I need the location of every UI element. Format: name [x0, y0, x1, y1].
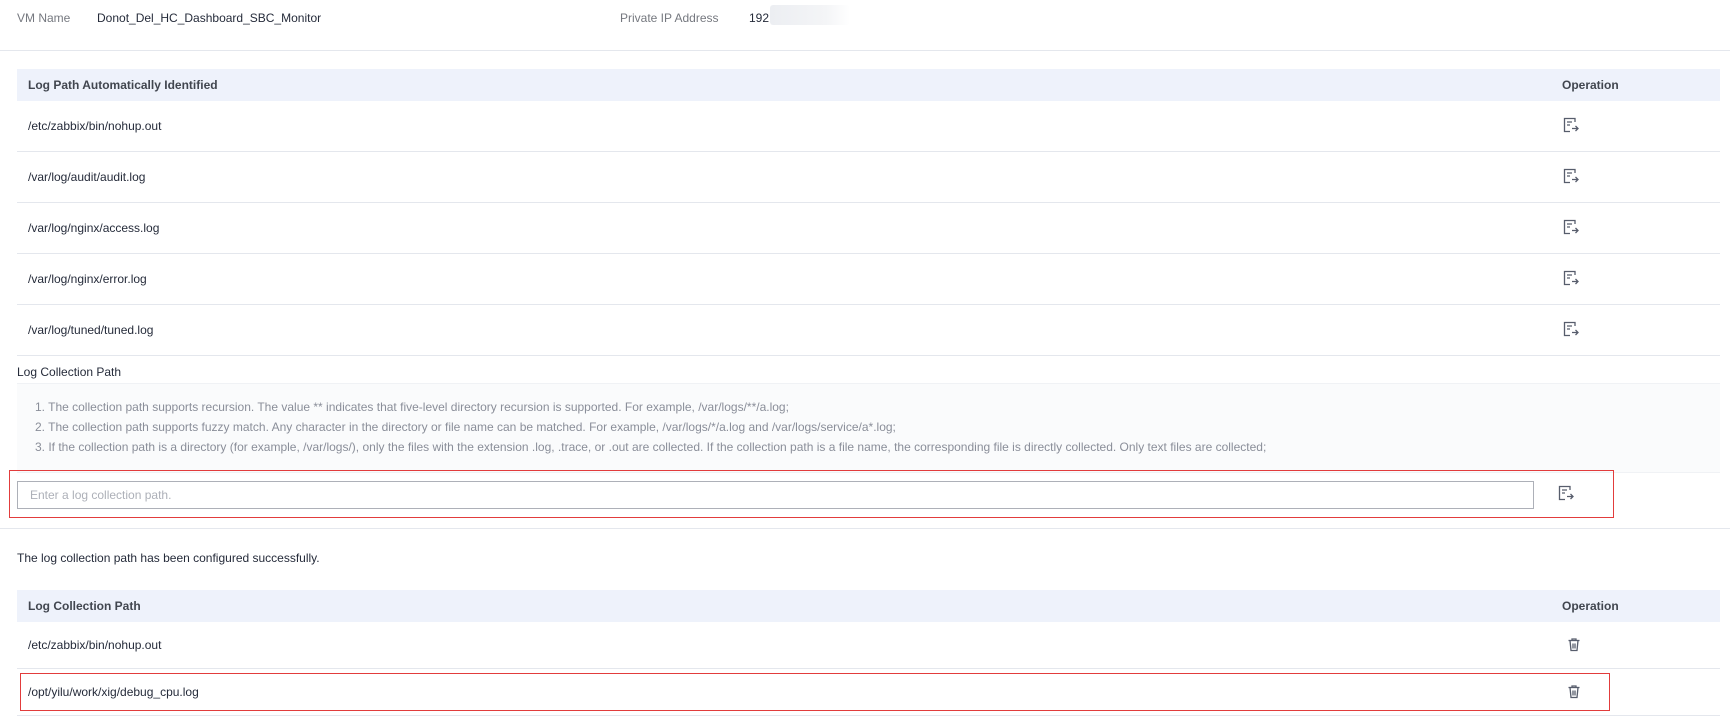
log-path: /var/log/tuned/tuned.log — [28, 323, 154, 337]
table-row: /var/log/nginx/error.log — [17, 254, 1720, 305]
table-row: /var/log/tuned/tuned.log — [17, 305, 1720, 356]
log-path: /etc/zabbix/bin/nohup.out — [28, 119, 162, 133]
ip-redaction — [770, 5, 850, 25]
tip-recursion: 1. The collection path supports recursio… — [35, 400, 789, 414]
add-to-path-icon[interactable] — [1562, 269, 1580, 287]
column-header-operation: Operation — [1562, 78, 1619, 92]
add-to-path-icon[interactable] — [1562, 218, 1580, 236]
section-divider — [0, 528, 1730, 529]
delete-icon[interactable] — [1566, 637, 1582, 653]
column-header-operation: Operation — [1562, 599, 1619, 613]
table-row: /var/log/nginx/access.log — [17, 203, 1720, 254]
log-path: /var/log/nginx/access.log — [28, 221, 160, 235]
log-collection-path-input[interactable] — [17, 481, 1534, 509]
vm-name-value: Donot_Del_HC_Dashboard_SBC_Monitor — [97, 11, 322, 25]
vm-name-label: VM Name — [17, 11, 71, 25]
log-collection-path-title: Log Collection Path — [17, 365, 122, 379]
table-header: Log Collection Path Operation — [17, 590, 1720, 622]
log-path: /etc/zabbix/bin/nohup.out — [28, 638, 162, 652]
private-ip-value: 192 — [749, 11, 770, 25]
add-to-path-icon[interactable] — [1562, 320, 1580, 338]
table-header: Log Path Automatically Identified Operat… — [17, 69, 1720, 101]
auto-identified-paths-table: Log Path Automatically Identified Operat… — [17, 69, 1720, 356]
table-row: /etc/zabbix/bin/nohup.out — [17, 622, 1720, 669]
row-highlight-box — [20, 673, 1610, 711]
success-message: The log collection path has been configu… — [17, 551, 320, 565]
table-row: /etc/zabbix/bin/nohup.out — [17, 101, 1720, 152]
add-to-path-icon[interactable] — [1562, 116, 1580, 134]
log-path: /var/log/audit/audit.log — [28, 170, 146, 184]
vm-info-bar: VM Name Donot_Del_HC_Dashboard_SBC_Monit… — [0, 0, 1730, 51]
add-path-icon[interactable] — [1557, 484, 1575, 502]
collection-path-tips: 1. The collection path supports recursio… — [17, 383, 1720, 473]
tip-directory: 3. If the collection path is a directory… — [35, 440, 1267, 454]
add-to-path-icon[interactable] — [1562, 167, 1580, 185]
column-header-path: Log Collection Path — [28, 599, 141, 613]
column-header-path: Log Path Automatically Identified — [28, 78, 218, 92]
log-path: /var/log/nginx/error.log — [28, 272, 147, 286]
tip-fuzzy-match: 2. The collection path supports fuzzy ma… — [35, 420, 896, 434]
private-ip-label: Private IP Address — [620, 11, 719, 25]
table-row: /var/log/audit/audit.log — [17, 152, 1720, 203]
